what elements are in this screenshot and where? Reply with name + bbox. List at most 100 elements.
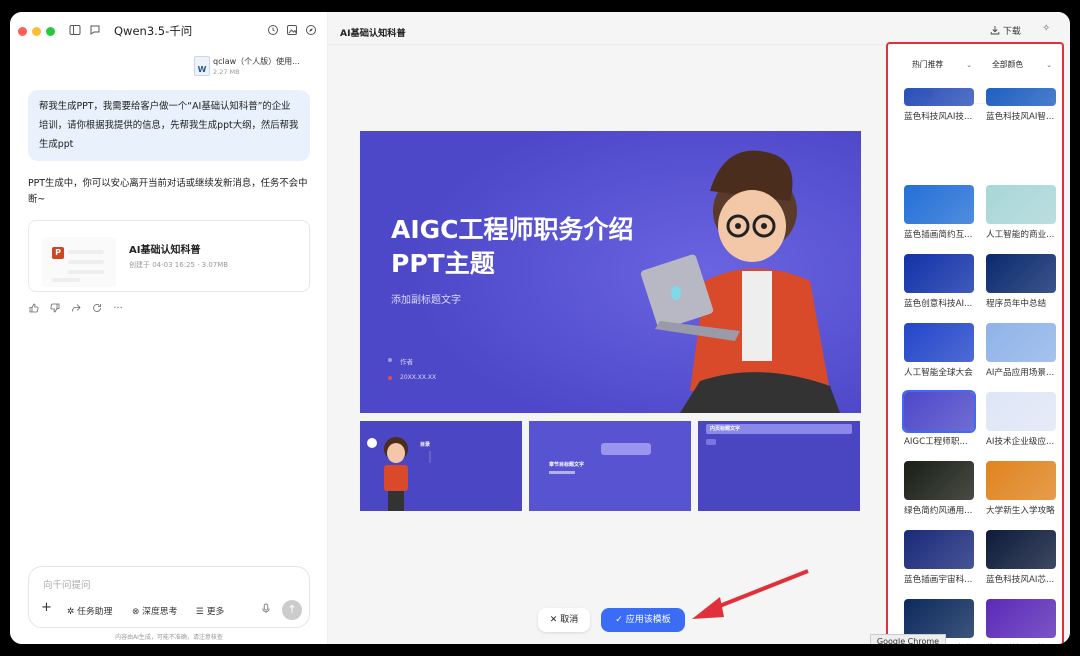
apply-template-button[interactable]: ✓ 应用该模板 bbox=[601, 608, 685, 632]
compass-icon[interactable] bbox=[304, 24, 318, 38]
template-label: 蓝色科技风AI技... bbox=[904, 112, 973, 122]
template-card[interactable]: 蓝色科技风AI芯... bbox=[986, 530, 1056, 585]
template-thumbnail bbox=[986, 461, 1056, 500]
chat-panel: Qwen3.5-千问 ⌄ W qclaw（个人版）使用... 2.27 MB 帮… bbox=[10, 12, 328, 644]
template-card[interactable]: 人工智能全球大会 bbox=[904, 323, 974, 378]
add-icon[interactable]: + bbox=[41, 600, 52, 615]
close-window-button[interactable] bbox=[18, 27, 27, 36]
maximize-window-button[interactable] bbox=[46, 27, 55, 36]
share-icon[interactable] bbox=[70, 303, 82, 316]
template-card[interactable]: 蓝色科技风AI技... bbox=[904, 88, 974, 122]
template-card[interactable]: 人工智能的商业... bbox=[986, 185, 1056, 240]
more-button[interactable]: ☰ 更多 bbox=[196, 604, 224, 617]
template-card[interactable]: 蓝色插画简约互... bbox=[904, 185, 974, 240]
model-selector[interactable]: Qwen3.5-千问 bbox=[114, 23, 192, 39]
ppt-title: AI基础认知科普 bbox=[129, 245, 201, 256]
slide-thumbnail-1[interactable]: 目录 bbox=[360, 421, 522, 511]
template-card[interactable]: 紫色科技风AI技... bbox=[986, 599, 1056, 644]
template-thumbnail bbox=[904, 254, 974, 293]
template-label: 蓝色插画简约互... bbox=[904, 230, 973, 240]
composer: 向千问提问 + ✲ 任务助理 ⊗ 深度思考 ☰ 更多 ↑ bbox=[28, 566, 310, 628]
annotation-arrow bbox=[692, 569, 809, 619]
app-window: Qwen3.5-千问 ⌄ W qclaw（个人版）使用... 2.27 MB 帮… bbox=[10, 12, 1070, 644]
disclaimer: 内容由AI生成，可能不准确，请注意核查 bbox=[115, 634, 223, 641]
slide-title: AIGC工程师职务介绍PPT主题 bbox=[391, 215, 634, 278]
template-thumbnail bbox=[986, 323, 1056, 362]
template-thumbnail bbox=[904, 530, 974, 569]
thumbs-up-icon[interactable] bbox=[28, 303, 40, 316]
slide-thumbnail-3[interactable]: 内页标题文字 bbox=[698, 421, 860, 511]
template-card[interactable]: 蓝色创意科技AI... bbox=[904, 254, 974, 309]
template-card[interactable]: 大学新生入学攻略 bbox=[986, 461, 1056, 516]
deep-think-button[interactable]: ⊗ 深度思考 bbox=[132, 604, 177, 617]
template-panel: 热门推荐 ⌄ 全部颜色 ⌄ ⌕ 搜索 蓝色科技风AI技...蓝色科技风AI智..… bbox=[886, 42, 1064, 644]
attachment-card[interactable]: W qclaw（个人版）使用... 2.27 MB bbox=[186, 52, 310, 82]
ppt-result-card[interactable]: P AI基础认知科普 创建于 04-03 16:25 · 3.07MB bbox=[28, 220, 310, 292]
slide-thumbnail-2[interactable]: 章节目标题文字 bbox=[529, 421, 691, 511]
thumb-heading: 目录 bbox=[420, 442, 431, 448]
apply-label: 应用该模板 bbox=[625, 615, 671, 625]
template-label: AIGC工程师职... bbox=[904, 437, 968, 447]
template-label: 程序员年中总结 bbox=[986, 299, 1047, 309]
deep-think-label: 深度思考 bbox=[142, 607, 178, 617]
template-card[interactable]: 绿色简约风通用... bbox=[904, 461, 974, 516]
template-label: 蓝色插画宇宙科... bbox=[904, 575, 973, 585]
template-label: AI技术企业级应... bbox=[986, 437, 1055, 447]
image-icon[interactable] bbox=[285, 24, 299, 38]
refresh-icon[interactable] bbox=[91, 303, 103, 316]
template-label: 蓝色科技风AI智... bbox=[986, 112, 1055, 122]
attachment-name: qclaw（个人版）使用... bbox=[213, 57, 300, 66]
cancel-button[interactable]: ✕ 取消 bbox=[538, 608, 590, 632]
template-card[interactable]: AI产品应用场景... bbox=[986, 323, 1056, 378]
ppt-meta: 创建于 04-03 16:25 · 3.07MB bbox=[129, 261, 229, 269]
template-thumbnail bbox=[904, 185, 974, 224]
popular-filter-select[interactable]: 热门推荐 ⌄ bbox=[912, 56, 972, 74]
template-label: 人工智能的商业... bbox=[986, 230, 1055, 240]
slide-author: 作者 bbox=[400, 358, 413, 366]
template-thumbnail bbox=[986, 254, 1056, 293]
sparkle-icon[interactable]: ✧ bbox=[1042, 23, 1050, 34]
message-actions: ··· bbox=[28, 303, 124, 316]
template-card[interactable]: AIGC工程师职... bbox=[902, 390, 976, 447]
attachment-size: 2.27 MB bbox=[213, 68, 240, 76]
more-icon[interactable]: ··· bbox=[112, 303, 124, 316]
tooltip: Google Chrome bbox=[870, 634, 946, 644]
message-input[interactable]: 向千问提问 bbox=[43, 577, 91, 591]
template-label: 绿色简约风通用... bbox=[904, 506, 973, 516]
send-button[interactable]: ↑ bbox=[282, 600, 302, 620]
color-filter-select[interactable]: 全部颜色 ⌄ bbox=[992, 56, 1052, 74]
template-thumbnail bbox=[986, 185, 1056, 224]
thumb-heading: 内页标题文字 bbox=[710, 426, 741, 432]
download-label: 下载 bbox=[1002, 27, 1021, 37]
more-label: 更多 bbox=[206, 607, 225, 617]
template-label: 蓝色创意科技AI... bbox=[904, 299, 973, 309]
template-label: AI产品应用场景... bbox=[986, 368, 1055, 378]
template-card[interactable]: AI技术企业级应... bbox=[986, 392, 1056, 447]
thumbs-down-icon[interactable] bbox=[49, 303, 61, 316]
template-thumbnail bbox=[986, 392, 1056, 431]
download-button[interactable]: 下载 bbox=[990, 24, 1021, 37]
sidebar-toggle-icon[interactable] bbox=[68, 24, 82, 38]
chevron-down-icon: ⌄ bbox=[1046, 61, 1052, 69]
window-controls bbox=[18, 27, 55, 36]
popular-filter-label: 热门推荐 bbox=[912, 60, 944, 69]
template-card[interactable]: 蓝色插画宇宙科... bbox=[904, 530, 974, 585]
thumb-heading: 章节目标题文字 bbox=[549, 462, 585, 468]
template-thumbnail bbox=[904, 461, 974, 500]
minimize-window-button[interactable] bbox=[32, 27, 41, 36]
template-card[interactable]: 蓝色科技风AI智... bbox=[986, 88, 1056, 122]
powerpoint-icon: P bbox=[52, 247, 64, 259]
template-thumbnail bbox=[902, 390, 976, 433]
new-chat-icon[interactable] bbox=[88, 24, 102, 38]
user-message: 帮我生成PPT，我需要给客户做一个“AI基础认知科普”的企业培训，请你根据我提供… bbox=[28, 90, 310, 161]
ppt-thumbnail: P bbox=[42, 237, 116, 287]
template-card[interactable]: 程序员年中总结 bbox=[986, 254, 1056, 309]
template-thumbnail bbox=[986, 88, 1056, 106]
history-icon[interactable] bbox=[266, 24, 280, 38]
microphone-icon[interactable] bbox=[261, 603, 271, 617]
template-thumbnail bbox=[904, 599, 974, 638]
task-assistant-button[interactable]: ✲ 任务助理 bbox=[67, 604, 112, 617]
template-label: 紫色科技风AI技... bbox=[986, 642, 1056, 644]
chevron-down-icon[interactable]: ⌄ bbox=[182, 23, 190, 33]
template-label: 蓝色科技风AI芯... bbox=[986, 575, 1055, 585]
